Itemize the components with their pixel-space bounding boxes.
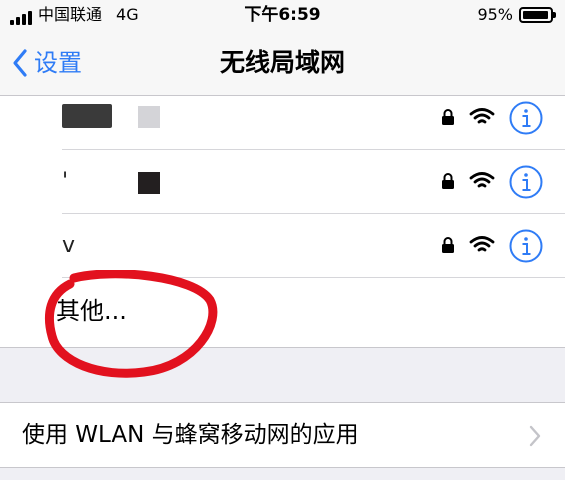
- wifi-icon: [469, 172, 495, 188]
- wifi-icon: [469, 236, 495, 252]
- network-row-3[interactable]: v: [0, 214, 565, 278]
- redacted-name-block: [138, 106, 160, 128]
- wlan-cellular-apps-label: 使用 WLAN 与蜂窝移动网的应用: [22, 422, 359, 448]
- lock-icon: [442, 237, 454, 253]
- network-row-2[interactable]: ': [0, 150, 565, 214]
- network-name: ': [62, 169, 69, 194]
- redacted-name-block: [138, 172, 160, 194]
- red-circle-annotation: [45, 270, 218, 378]
- wlan-cellular-apps-row[interactable]: 使用 WLAN 与蜂窝移动网的应用: [0, 402, 565, 468]
- page-title: 无线局域网: [219, 48, 345, 77]
- wifi-icon: [469, 108, 495, 124]
- chevron-right-icon: [529, 425, 541, 447]
- info-icon[interactable]: [509, 101, 543, 135]
- lock-icon: [442, 173, 454, 189]
- network-name: v: [62, 233, 76, 258]
- info-icon[interactable]: [509, 229, 543, 263]
- battery-icon: [519, 7, 556, 23]
- status-bar: 中国联通 4G 下午6:59 95%: [0, 0, 565, 32]
- battery-percent: 95%: [477, 5, 513, 24]
- wifi-settings-screen: 中国联通 4G 下午6:59 95% 设置 无线局域网 ' v 其他... 使用…: [0, 0, 565, 480]
- network-row-1[interactable]: [0, 86, 565, 150]
- info-icon[interactable]: [509, 165, 543, 199]
- redacted-name-block: [62, 104, 112, 128]
- status-right: 95%: [477, 5, 556, 25]
- lock-icon: [442, 109, 454, 125]
